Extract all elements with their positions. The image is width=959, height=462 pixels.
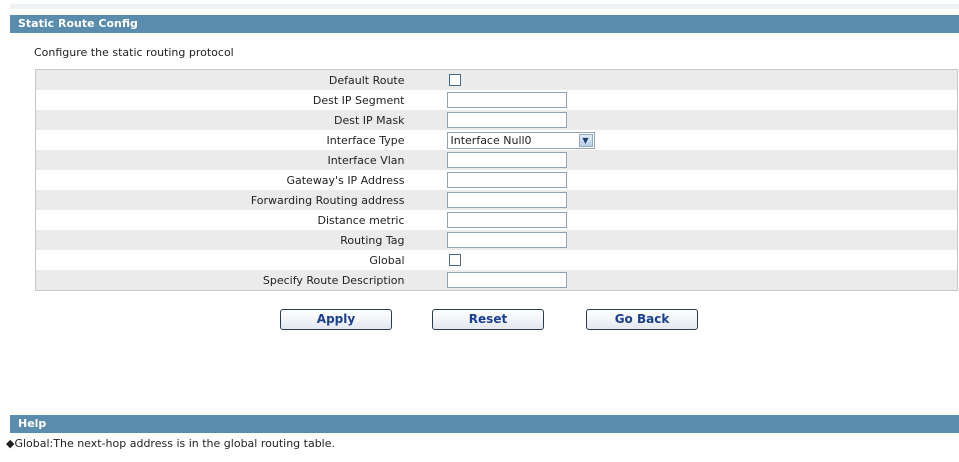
routing-tag-label: Routing Tag (35, 230, 447, 250)
chevron-down-icon[interactable]: ▼ (578, 133, 593, 147)
dest-ip-segment-label: Dest IP Segment (35, 90, 447, 110)
form-row: Interface Vlan (35, 150, 958, 170)
section-title: Static Route Config (18, 17, 138, 30)
route-description-label: Specify Route Description (35, 270, 447, 291)
form-row: Routing Tag (35, 230, 958, 250)
section-header: Static Route Config (10, 15, 959, 33)
interface-vlan-label: Interface Vlan (35, 150, 447, 170)
gateway-ip-label: Gateway's IP Address (35, 170, 447, 190)
route-description-input[interactable] (446, 272, 567, 288)
routing-tag-input[interactable] (446, 232, 567, 248)
help-text: ◆Global:The next-hop address is in the g… (6, 437, 336, 450)
default-route-checkbox[interactable] (448, 74, 461, 86)
global-label: Global (35, 250, 447, 270)
route-config-form: Default Route Dest IP Segment Dest IP Ma… (35, 69, 958, 291)
dest-ip-segment-input[interactable] (446, 92, 567, 108)
form-row: Default Route (35, 69, 958, 90)
form-row: Distance metric (35, 210, 958, 230)
distance-metric-label: Distance metric (35, 210, 447, 230)
interface-type-label: Interface Type (35, 130, 447, 150)
form-row: Global (35, 250, 958, 270)
default-route-label: Default Route (35, 69, 447, 90)
interface-type-select[interactable]: Interface Null0 ▼ (446, 131, 595, 149)
distance-metric-input[interactable] (446, 212, 567, 228)
form-row: Interface Type Interface Null0 ▼ (35, 130, 958, 150)
top-divider (10, 4, 959, 9)
form-row: Forwarding Routing address (35, 190, 958, 210)
dest-ip-mask-label: Dest IP Mask (35, 110, 447, 130)
gateway-ip-input[interactable] (446, 172, 567, 188)
form-row: Dest IP Segment (35, 90, 958, 110)
go-back-button[interactable]: Go Back (586, 309, 698, 330)
interface-type-value: Interface Null0 (450, 133, 532, 147)
apply-button[interactable]: Apply (280, 309, 392, 330)
help-header: Help (10, 415, 959, 433)
forwarding-address-label: Forwarding Routing address (35, 190, 447, 210)
global-checkbox[interactable] (448, 254, 461, 266)
page-description: Configure the static routing protocol (34, 46, 234, 59)
forwarding-address-input[interactable] (446, 192, 567, 208)
interface-vlan-input[interactable] (446, 152, 567, 168)
dest-ip-mask-input[interactable] (446, 112, 567, 128)
form-row: Dest IP Mask (35, 110, 958, 130)
static-route-config-page: Static Route Config Configure the static… (0, 0, 959, 462)
help-title: Help (18, 417, 47, 430)
form-row: Gateway's IP Address (35, 170, 958, 190)
reset-button[interactable]: Reset (432, 309, 544, 330)
form-row: Specify Route Description (35, 270, 958, 291)
